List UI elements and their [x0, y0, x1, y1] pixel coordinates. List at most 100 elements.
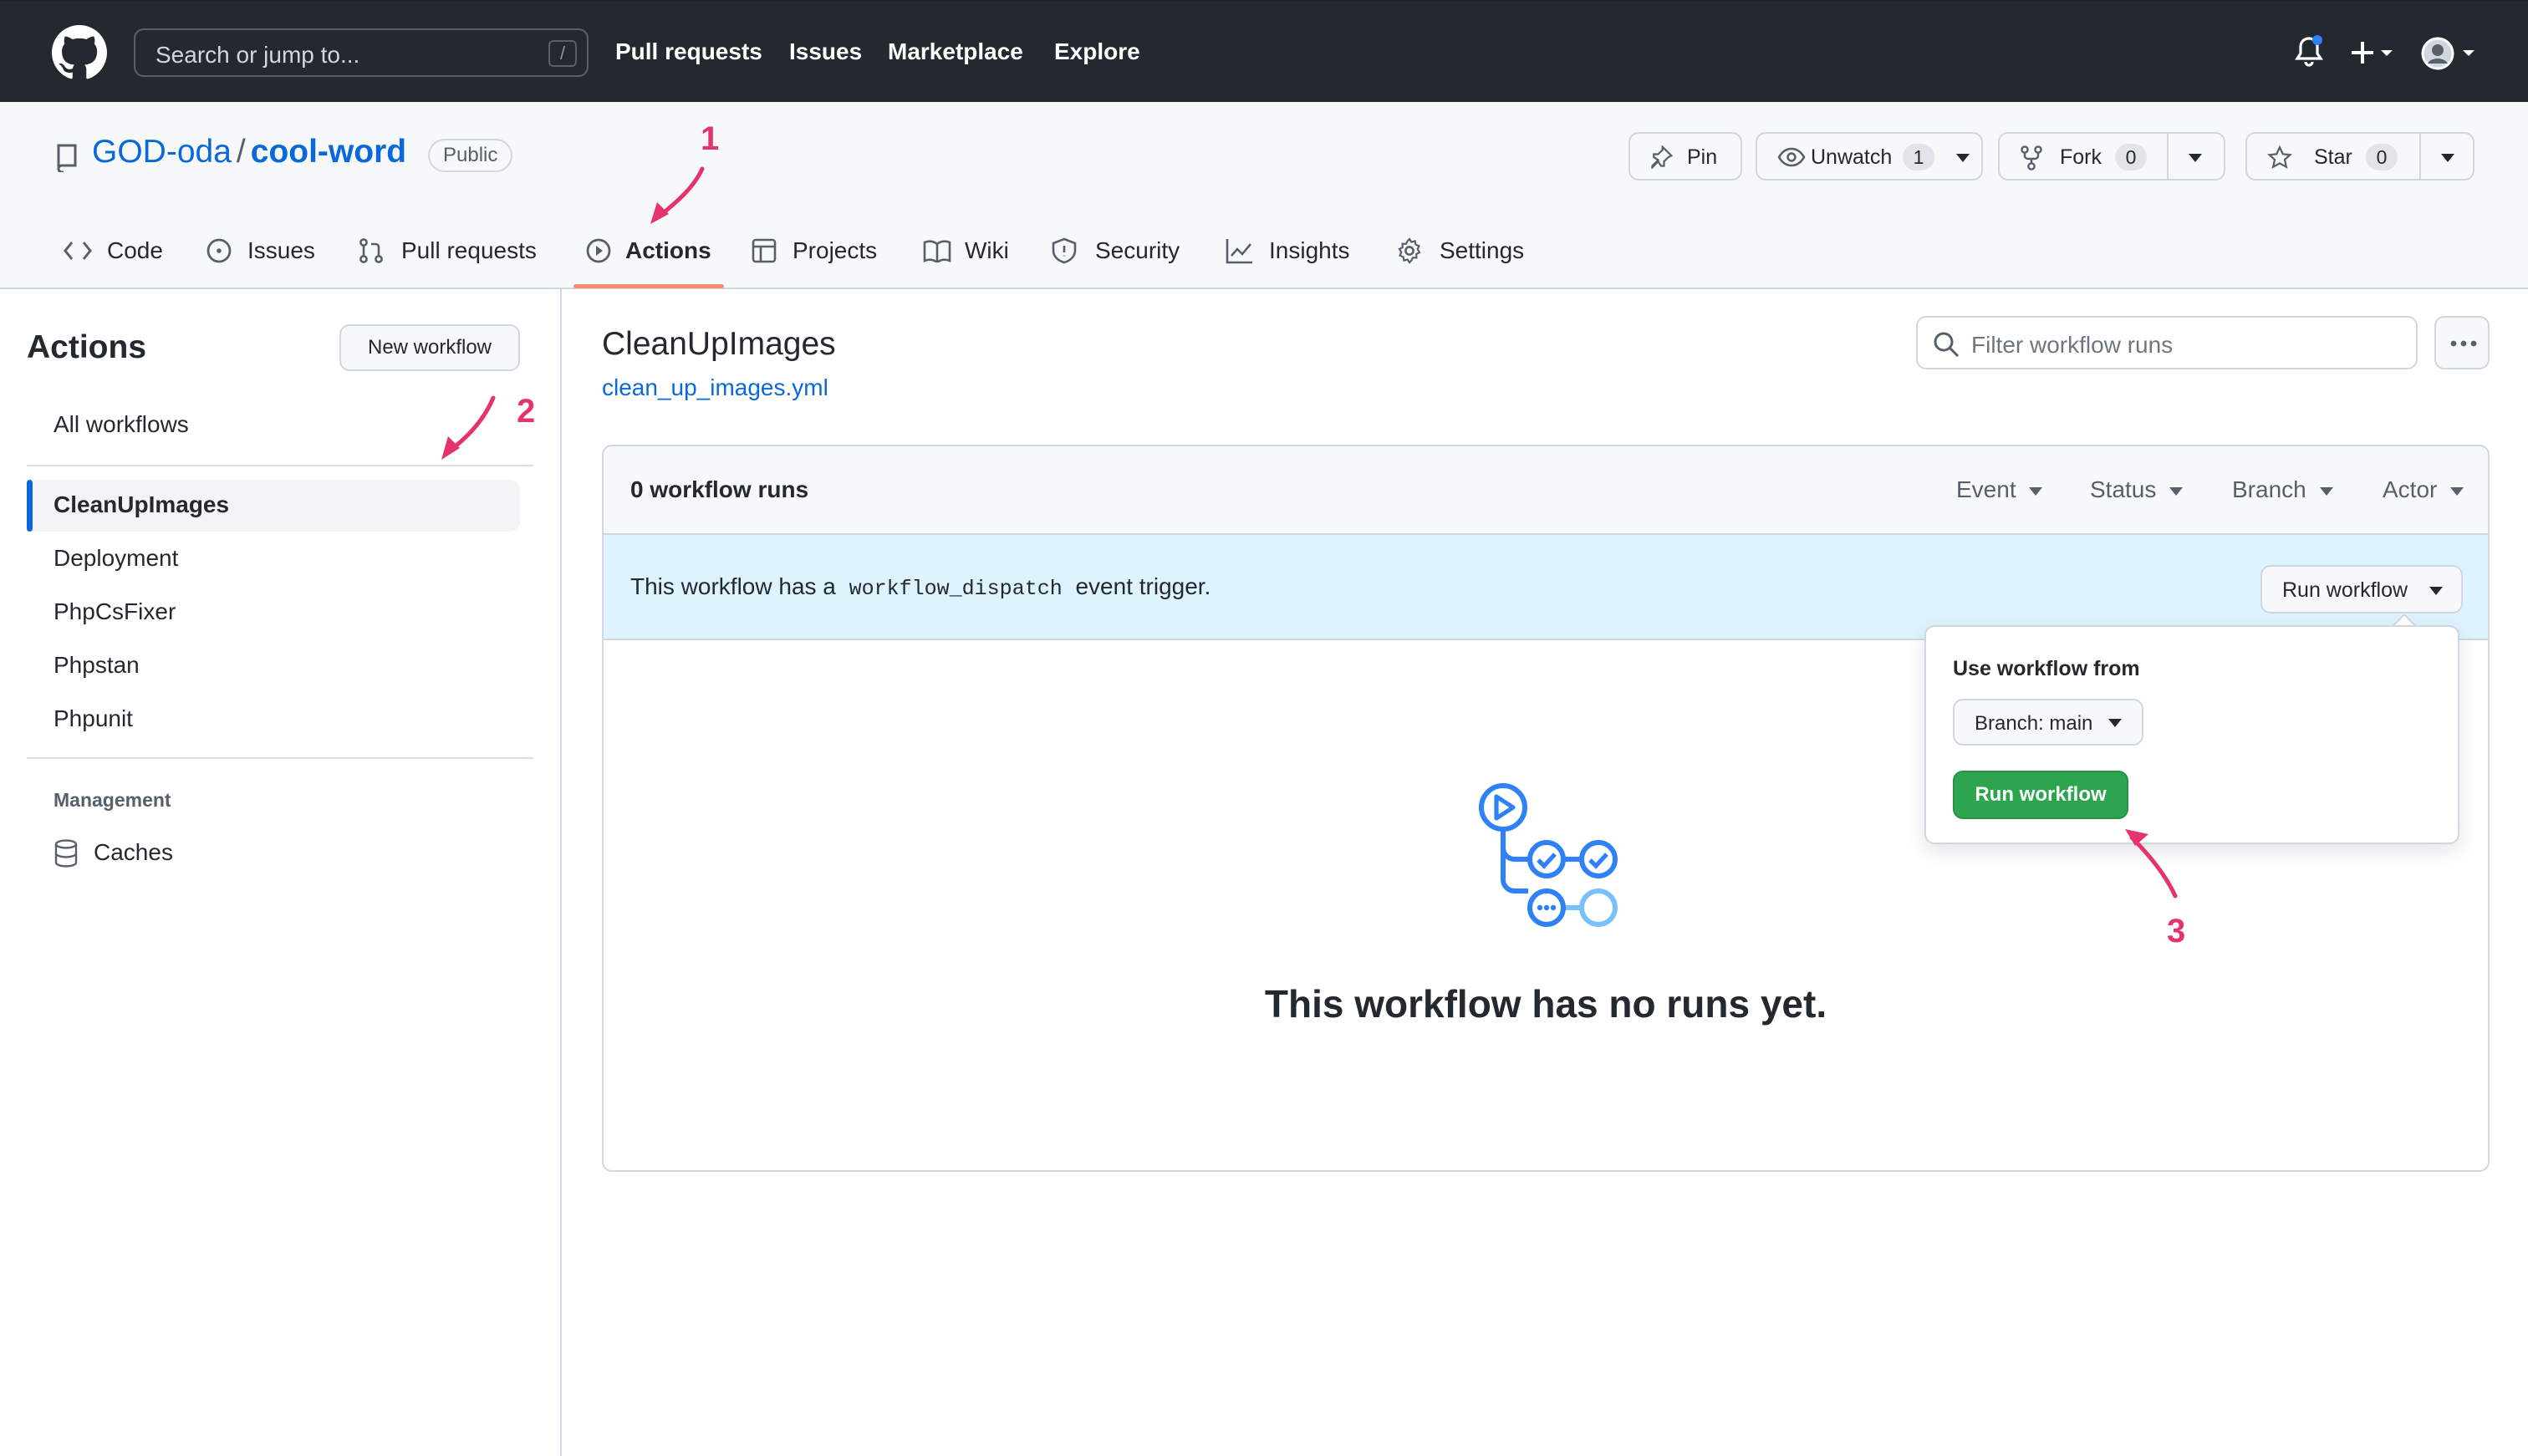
annotation-number-2: 2 [517, 393, 536, 430]
fork-icon [2021, 145, 2042, 171]
chevron-down-icon [2450, 486, 2464, 496]
git-pull-request-icon [359, 238, 383, 263]
chevron-down-icon [2029, 486, 2043, 496]
pin-icon [1651, 145, 1674, 169]
forks-count: 0 [2115, 144, 2147, 171]
sidebar-item-cleanupimages[interactable]: CleanUpImages [54, 491, 229, 518]
table-icon [752, 238, 777, 263]
fork-dropdown-divider [2167, 134, 2169, 179]
sidebar-item-phpcsfixer[interactable]: PhpCsFixer [54, 598, 176, 625]
new-workflow-button[interactable]: New workflow [339, 324, 520, 371]
repo-icon [57, 144, 77, 172]
user-avatar-icon[interactable] [2421, 35, 2478, 72]
gear-icon [1398, 237, 1421, 264]
filter-event-dropdown[interactable]: Event [1956, 476, 2043, 503]
actions-sidebar: Actions New workflow All workflows Clean… [0, 289, 562, 1456]
chevron-down-icon [1956, 154, 1970, 162]
fork-button[interactable]: Fork 0 [1998, 132, 2225, 181]
unwatch-label: Unwatch [1811, 145, 1893, 169]
play-circle-icon [586, 238, 611, 263]
search-shortcut-key: / [548, 40, 577, 67]
workflow-empty-illustration-icon [1479, 783, 1618, 927]
github-logo-icon[interactable] [52, 25, 107, 80]
nav-marketplace[interactable]: Marketplace [888, 38, 1023, 65]
global-search-input[interactable]: Search or jump to... / [134, 28, 589, 77]
repo-name-link[interactable]: cool-word [251, 134, 406, 170]
runs-count: 0 workflow runs [630, 476, 809, 502]
chevron-down-icon [2108, 719, 2122, 727]
sidebar-active-indicator [27, 480, 33, 532]
sidebar-item-all-workflows[interactable]: All workflows [54, 411, 189, 438]
visibility-badge: Public [428, 139, 513, 172]
filter-placeholder: Filter workflow runs [1971, 332, 2174, 358]
book-icon [923, 240, 951, 262]
annotation-arrow-2-icon [441, 395, 496, 460]
stars-count: 0 [2366, 144, 2398, 171]
annotation-arrow-1-icon [650, 166, 705, 224]
notifications-bell-icon[interactable] [2294, 35, 2324, 69]
filter-status-dropdown[interactable]: Status [2090, 476, 2184, 503]
tab-pull-requests-label: Pull requests [401, 237, 537, 263]
pin-button[interactable]: Pin [1628, 132, 1742, 181]
branch-select-label: Branch: main [1975, 712, 2093, 735]
database-icon [54, 839, 78, 868]
eye-icon [1777, 147, 1806, 167]
filter-branch-dropdown[interactable]: Branch [2232, 476, 2333, 503]
nav-issues[interactable]: Issues [789, 38, 862, 65]
more-options-button[interactable] [2434, 316, 2490, 369]
star-button[interactable]: Star 0 [2245, 132, 2474, 181]
filter-actor-label: Actor [2383, 476, 2438, 502]
unwatch-button[interactable]: Unwatch 1 [1756, 132, 1983, 181]
sidebar-divider [27, 465, 533, 466]
run-workflow-submit-button[interactable]: Run workflow [1953, 771, 2128, 819]
star-icon [2267, 145, 2292, 169]
star-dropdown-divider [2419, 134, 2421, 179]
run-workflow-dropdown-button[interactable]: Run workflow [2260, 565, 2463, 613]
kebab-horizontal-icon [2450, 340, 2477, 347]
fork-dropdown-icon[interactable] [2189, 154, 2202, 162]
chevron-down-icon [2429, 587, 2443, 595]
workflow-title: CleanUpImages [602, 326, 836, 362]
sidebar-item-caches[interactable]: Caches [94, 839, 173, 866]
tab-security-label: Security [1095, 237, 1180, 263]
run-workflow-popover: Use workflow from Branch: main Run workf… [1924, 625, 2459, 844]
search-icon [1934, 332, 1960, 358]
sidebar-item-deployment[interactable]: Deployment [54, 545, 178, 572]
branch-select-button[interactable]: Branch: main [1953, 699, 2143, 746]
create-new-plus-icon[interactable] [2349, 38, 2394, 67]
star-dropdown-icon[interactable] [2441, 154, 2454, 162]
tab-actions-label: Actions [625, 237, 711, 263]
sidebar-item-phpstan[interactable]: Phpstan [54, 652, 140, 679]
workflow-file-link[interactable]: clean_up_images.yml [602, 374, 828, 401]
nav-pull-requests[interactable]: Pull requests [615, 38, 762, 65]
tab-wiki-label: Wiki [965, 237, 1009, 263]
dispatch-message: This workflow has a workflow_dispatch ev… [630, 573, 1210, 601]
code-icon [64, 242, 92, 260]
filter-branch-label: Branch [2232, 476, 2306, 502]
fork-label: Fork [2060, 145, 2102, 169]
filter-workflow-runs-input[interactable]: Filter workflow runs [1916, 316, 2418, 369]
filter-actor-dropdown[interactable]: Actor [2383, 476, 2464, 503]
star-label: Star [2314, 145, 2352, 169]
annotation-number-3: 3 [2167, 913, 2186, 949]
watchers-count: 1 [1903, 144, 1934, 171]
filter-event-label: Event [1956, 476, 2016, 502]
chevron-down-icon [2169, 486, 2184, 496]
repo-owner-link[interactable]: GOD-oda [92, 134, 232, 170]
run-workflow-label: Run workflow [2282, 578, 2408, 602]
chevron-down-icon [2319, 486, 2333, 496]
tab-projects-label: Projects [793, 237, 878, 263]
global-header: Search or jump to... / Pull requests Iss… [0, 0, 2528, 102]
tab-code-label: Code [107, 237, 163, 263]
dispatch-suffix: event trigger. [1075, 573, 1211, 599]
nav-explore[interactable]: Explore [1054, 38, 1140, 65]
pin-label: Pin [1687, 145, 1718, 169]
sidebar-item-phpunit[interactable]: Phpunit [54, 705, 133, 732]
issue-opened-icon [206, 238, 232, 263]
active-tab-indicator [573, 284, 724, 288]
shield-icon [1052, 237, 1077, 264]
dispatch-prefix: This workflow has a [630, 573, 836, 599]
search-placeholder: Search or jump to... [155, 42, 360, 68]
filter-status-label: Status [2090, 476, 2157, 502]
sidebar-divider [27, 757, 533, 759]
